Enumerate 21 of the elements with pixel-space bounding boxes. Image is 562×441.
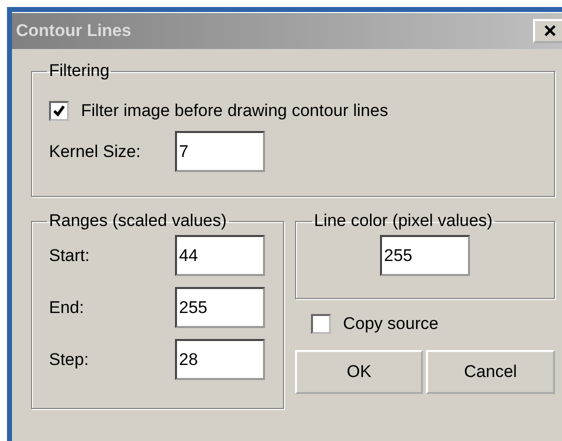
close-button[interactable]: × xyxy=(533,19,562,43)
input-field[interactable]: 28 xyxy=(175,339,265,380)
group-title: Ranges (scaled values) xyxy=(48,211,228,231)
field-label: Step: xyxy=(49,350,90,370)
ok-button[interactable]: OK xyxy=(295,350,423,394)
check-icon xyxy=(52,104,66,118)
kernel-size-field[interactable]: 7 xyxy=(175,131,265,172)
group-title: Line color (pixel values) xyxy=(313,211,494,231)
input-field[interactable]: 44 xyxy=(175,235,265,276)
window-title: Contour Lines xyxy=(16,21,132,41)
field-label: Kernel Size: xyxy=(49,142,142,162)
field-label: Start: xyxy=(49,246,91,266)
checkbox-label: Copy source xyxy=(343,314,438,334)
line-color-field[interactable]: 255 xyxy=(380,235,470,276)
group-title: Filtering xyxy=(48,61,110,81)
checkbox[interactable] xyxy=(311,314,331,334)
checkbox-label: Filter image before drawing contour lines xyxy=(81,101,388,121)
checkbox[interactable] xyxy=(49,101,69,121)
field-label: End: xyxy=(49,298,85,318)
cancel-button[interactable]: Cancel xyxy=(426,350,555,394)
input-field[interactable]: 255 xyxy=(175,287,265,328)
